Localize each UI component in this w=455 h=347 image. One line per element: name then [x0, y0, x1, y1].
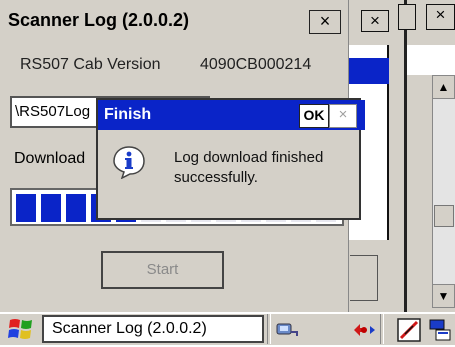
activesync-icon[interactable]	[348, 318, 378, 340]
start-button[interactable]: Start	[101, 251, 224, 289]
taskbar-scanner-log-button[interactable]: Scanner Log (2.0.0.2)	[42, 315, 264, 343]
scroll-up-button[interactable]: ▲	[432, 75, 455, 99]
tray-separator	[380, 314, 384, 344]
dialog-message: Log download finished successfully.	[174, 149, 324, 186]
taskbar-separator	[267, 314, 271, 344]
scroll-down-button[interactable]: ▼	[432, 284, 455, 308]
scrollbar-thumb[interactable]	[434, 205, 454, 227]
background-close-button-2[interactable]: ×	[426, 4, 455, 30]
close-button[interactable]: ×	[309, 10, 341, 34]
version-value: 4090CB000214	[200, 56, 312, 73]
background-close-button[interactable]: ×	[361, 10, 389, 32]
window-title: Scanner Log (2.0.0.2)	[0, 0, 346, 40]
download-label: Download	[14, 150, 86, 167]
progress-segment-filled	[16, 194, 36, 222]
background-scrollbar-track[interactable]	[432, 75, 455, 308]
dialog-close-button[interactable]: ×	[329, 104, 357, 128]
finish-dialog: Finish OK × Log download finished succes…	[96, 98, 365, 220]
background-partial-button[interactable]	[398, 4, 416, 30]
network-icon[interactable]	[275, 318, 301, 340]
version-row: RS507 Cab Version 4090CB000214	[20, 56, 311, 74]
progress-segment-filled	[66, 194, 86, 222]
pen-disabled-icon[interactable]	[397, 318, 421, 342]
ok-button[interactable]: OK	[299, 104, 329, 128]
background-panel	[407, 45, 455, 75]
windows-start-icon[interactable]	[6, 316, 36, 342]
background-list-selected-row[interactable]	[349, 58, 389, 84]
progress-segment-filled	[41, 194, 61, 222]
input-panel-icon[interactable]	[428, 318, 452, 342]
info-icon	[112, 145, 146, 180]
background-button-fragment[interactable]	[350, 255, 378, 301]
version-label: RS507 Cab Version	[20, 56, 161, 73]
